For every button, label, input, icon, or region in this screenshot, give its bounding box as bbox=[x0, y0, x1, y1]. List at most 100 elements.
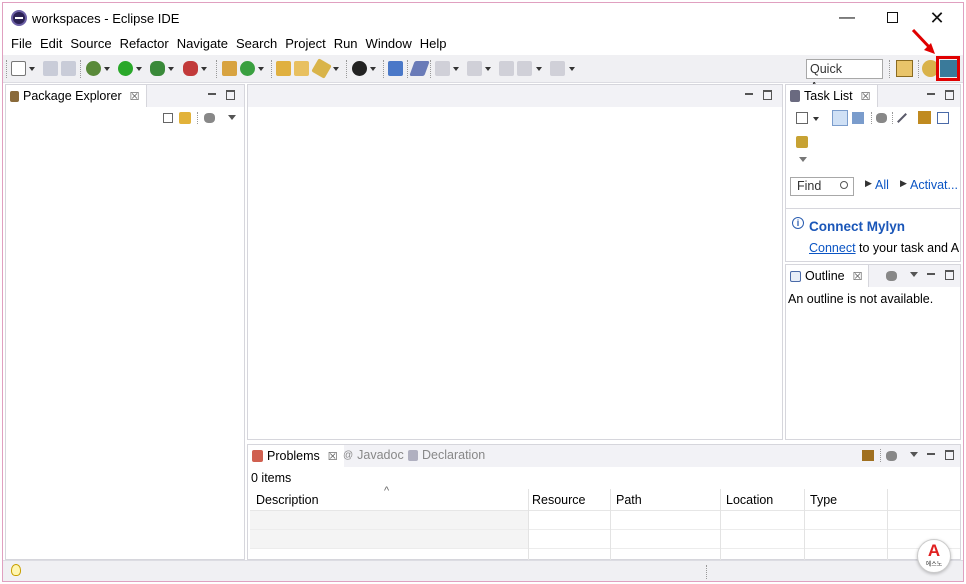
tab-javadoc[interactable]: @ Javadoc bbox=[343, 448, 404, 462]
maximize-view-icon[interactable] bbox=[944, 449, 954, 460]
previous-annotation-dropdown-icon[interactable] bbox=[485, 67, 491, 71]
menu-file[interactable]: File bbox=[7, 34, 36, 54]
maximize-view-icon[interactable] bbox=[225, 89, 235, 100]
tab-package-explorer[interactable]: Package Explorer ☒ bbox=[6, 85, 147, 107]
focus-on-task-icon[interactable] bbox=[204, 113, 215, 123]
minimize-editor-icon[interactable] bbox=[744, 89, 754, 99]
external-tools-icon[interactable] bbox=[183, 61, 198, 76]
menu-help[interactable]: Help bbox=[416, 34, 451, 54]
quick-access-input[interactable]: Quick Access bbox=[806, 59, 883, 94]
save-icon[interactable] bbox=[43, 61, 58, 76]
scheduled-icon[interactable] bbox=[852, 112, 864, 124]
categorized-icon[interactable] bbox=[832, 110, 848, 126]
maximize-editor-icon[interactable] bbox=[762, 89, 772, 100]
next-annotation-dropdown-icon[interactable] bbox=[453, 67, 459, 71]
new-task-icon[interactable] bbox=[796, 112, 808, 124]
previous-annotation-icon[interactable] bbox=[467, 61, 482, 76]
column-path[interactable]: Path bbox=[616, 493, 642, 507]
open-perspective-icon[interactable] bbox=[896, 60, 913, 77]
close-tab-icon[interactable]: ☒ bbox=[328, 450, 338, 463]
show-more-icon[interactable] bbox=[799, 157, 807, 162]
minimize-view-icon[interactable] bbox=[926, 89, 936, 99]
window-title: workspaces - Eclipse IDE bbox=[32, 11, 180, 26]
hide-completed-icon[interactable] bbox=[897, 113, 907, 123]
tab-task-list[interactable]: Task List ☒ bbox=[786, 85, 878, 107]
column-type[interactable]: Type bbox=[810, 493, 837, 507]
maximize-view-icon[interactable] bbox=[944, 89, 954, 100]
search-dropdown-icon[interactable] bbox=[333, 67, 339, 71]
focus-on-task-icon[interactable] bbox=[886, 271, 897, 281]
minimize-view-icon[interactable] bbox=[926, 449, 936, 459]
forward-icon[interactable] bbox=[550, 61, 565, 76]
repositories-icon[interactable] bbox=[796, 136, 808, 148]
maximize-view-icon[interactable] bbox=[944, 269, 954, 280]
column-location[interactable]: Location bbox=[726, 493, 773, 507]
annotation-icon[interactable] bbox=[352, 61, 367, 76]
debug-dropdown-icon[interactable] bbox=[104, 67, 110, 71]
menu-edit[interactable]: Edit bbox=[36, 34, 66, 54]
row-divider bbox=[250, 548, 960, 549]
back-dropdown-icon[interactable] bbox=[536, 67, 542, 71]
view-menu-icon[interactable] bbox=[910, 452, 918, 457]
minimize-view-icon[interactable] bbox=[207, 89, 217, 99]
link-with-editor-icon[interactable] bbox=[179, 112, 191, 124]
open-type-icon[interactable] bbox=[276, 61, 291, 76]
minimize-view-icon[interactable] bbox=[926, 269, 936, 279]
last-edit-location-icon[interactable] bbox=[499, 61, 514, 76]
view-menu-icon[interactable] bbox=[228, 115, 236, 120]
maximize-button[interactable] bbox=[872, 7, 912, 29]
run-icon[interactable] bbox=[118, 61, 133, 76]
tab-outline[interactable]: Outline ☒ bbox=[786, 265, 870, 287]
new-class-dropdown-icon[interactable] bbox=[258, 67, 264, 71]
filter-icon[interactable] bbox=[862, 450, 874, 461]
back-icon[interactable] bbox=[517, 61, 532, 76]
activate-link[interactable]: Activat... bbox=[910, 178, 958, 192]
new-java-package-icon[interactable] bbox=[222, 61, 237, 76]
focus-on-task-icon[interactable] bbox=[886, 451, 897, 461]
find-input[interactable]: Find bbox=[790, 177, 854, 196]
save-all-icon[interactable] bbox=[61, 61, 76, 76]
coverage-icon[interactable] bbox=[150, 61, 165, 76]
coverage-dropdown-icon[interactable] bbox=[168, 67, 174, 71]
close-tab-icon[interactable]: ☒ bbox=[861, 90, 871, 103]
next-annotation-icon[interactable] bbox=[435, 61, 450, 76]
new-task-dropdown-icon[interactable] bbox=[813, 117, 819, 121]
menu-refactor[interactable]: Refactor bbox=[116, 34, 173, 54]
synchronize-icon[interactable] bbox=[918, 111, 931, 124]
new-java-class-icon[interactable] bbox=[240, 61, 255, 76]
collapse-all-icon[interactable] bbox=[163, 113, 173, 123]
toggle-mark-occurrences-icon[interactable] bbox=[409, 61, 430, 76]
close-tab-icon[interactable]: ☒ bbox=[130, 90, 140, 103]
new-file-icon[interactable] bbox=[11, 61, 26, 76]
lightbulb-icon[interactable] bbox=[11, 564, 21, 576]
tab-problems[interactable]: Problems ☒ bbox=[248, 445, 344, 467]
run-dropdown-icon[interactable] bbox=[136, 67, 142, 71]
close-button[interactable]: ✕ bbox=[917, 7, 957, 29]
search-icon[interactable] bbox=[311, 58, 332, 79]
annotation-dropdown-icon[interactable] bbox=[370, 67, 376, 71]
collapse-all-icon[interactable] bbox=[937, 112, 949, 124]
all-link[interactable]: All bbox=[875, 178, 889, 192]
close-tab-icon[interactable]: ☒ bbox=[853, 270, 863, 283]
debug-icon[interactable] bbox=[86, 61, 101, 76]
menu-search[interactable]: Search bbox=[232, 34, 281, 54]
show-whitespace-icon[interactable] bbox=[388, 61, 403, 76]
menu-project[interactable]: Project bbox=[281, 34, 329, 54]
menu-window[interactable]: Window bbox=[362, 34, 416, 54]
focus-on-workweek-icon[interactable] bbox=[876, 113, 887, 123]
new-dropdown-icon[interactable] bbox=[29, 67, 35, 71]
open-task-icon[interactable] bbox=[294, 61, 309, 76]
menu-run[interactable]: Run bbox=[330, 34, 362, 54]
forward-dropdown-icon[interactable] bbox=[569, 67, 575, 71]
minimize-button[interactable]: — bbox=[827, 7, 867, 29]
connect-link[interactable]: Connect bbox=[809, 241, 856, 255]
tab-declaration[interactable]: Declaration bbox=[408, 448, 485, 462]
menu-source[interactable]: Source bbox=[66, 34, 115, 54]
view-toolbar-separator bbox=[197, 112, 198, 124]
menu-navigate[interactable]: Navigate bbox=[173, 34, 232, 54]
expand-all-icon: ▶ bbox=[865, 178, 872, 188]
view-menu-icon[interactable] bbox=[910, 272, 918, 277]
external-tools-dropdown-icon[interactable] bbox=[201, 67, 207, 71]
column-description[interactable]: Description bbox=[256, 493, 319, 507]
column-resource[interactable]: Resource bbox=[532, 493, 586, 507]
